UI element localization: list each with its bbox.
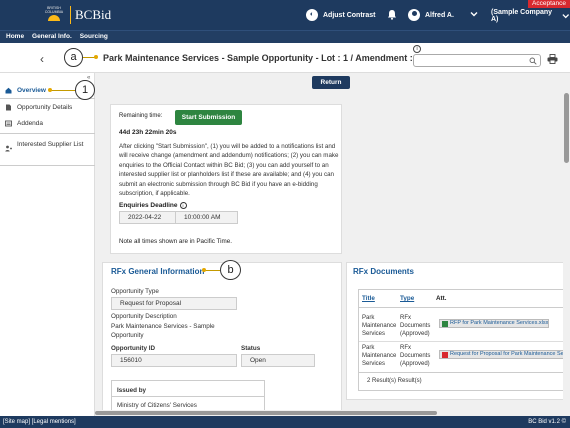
- callout-1-dot: [48, 88, 52, 92]
- timezone-note: Note all times shown are in Pacific Time…: [119, 238, 233, 245]
- issued-by-label: Issued by: [117, 387, 147, 394]
- callout-a: a: [64, 48, 83, 67]
- contrast-icon: ◐: [306, 9, 318, 21]
- nav-home[interactable]: Home: [6, 31, 24, 43]
- documents-title: RFx Documents: [353, 267, 414, 276]
- pdf-file-icon: [442, 352, 448, 358]
- sidebar-item-label: Interested Supplier List: [17, 141, 84, 148]
- bc-logo-icon: BRITISH COLUMBIA: [42, 6, 66, 24]
- attachment-name: Request for Proposal for Park Maintenanc…: [450, 351, 564, 357]
- enquiries-deadline-text: Enquiries Deadline: [119, 202, 178, 210]
- opportunity-id-field: 156010: [111, 354, 237, 367]
- print-icon[interactable]: [547, 54, 558, 64]
- general-info-title: RFx General Information: [111, 267, 205, 276]
- countdown-timer: 44d 23h 22min 20s: [119, 129, 177, 136]
- title-bar: ‹ Park Maintenance Services - Sample Opp…: [0, 43, 570, 73]
- page-title: Park Maintenance Services - Sample Oppor…: [103, 53, 421, 63]
- issued-by-value: Ministry of Citizens' Services: [117, 402, 197, 409]
- results-count: 2 Result(s) Result(s): [367, 378, 422, 384]
- search-input[interactable]: [413, 54, 541, 67]
- document-icon: [6, 104, 11, 111]
- opportunity-type-field: Request for Proposal: [111, 297, 237, 310]
- attachment-name: RFP for Park Maintenance Services.xlsx: [450, 320, 549, 326]
- adjust-contrast-button[interactable]: ◐ Adjust Contrast: [306, 9, 376, 21]
- sidebar-item-opportunity-details[interactable]: Opportunity Details: [5, 104, 72, 111]
- attachment-xlsx-link[interactable]: RFP for Park Maintenance Services.xlsx: [439, 319, 549, 328]
- submission-instructions: After clicking "Start Submission", (1) y…: [119, 143, 339, 198]
- bell-icon: [388, 10, 396, 20]
- column-att-header: Att.: [436, 295, 447, 302]
- chevron-down-icon: [470, 12, 478, 17]
- chevron-down-icon: [561, 14, 569, 19]
- footer-version: BC Bid v1.2 ©: [528, 419, 566, 425]
- opportunity-description-value: Park Maintenance Services - Sample Oppor…: [111, 323, 215, 339]
- column-title-header[interactable]: Title: [362, 295, 375, 302]
- enquiries-deadline-label: Enquiries Deadline i: [119, 202, 187, 209]
- status-label: Status: [241, 345, 261, 352]
- sidebar-item-label: Addenda: [17, 120, 44, 127]
- bc-bid-logo[interactable]: BRITISH COLUMBIA BCBid: [42, 6, 111, 24]
- sidebar-item-interested-supplier-list[interactable]: Interested Supplier List: [5, 141, 85, 152]
- back-arrow-icon[interactable]: ‹: [40, 52, 44, 66]
- sidebar: « Overview Opportunity Details Addenda I…: [0, 73, 95, 416]
- start-submission-button[interactable]: Start Submission: [175, 110, 242, 125]
- info-icon[interactable]: i: [179, 202, 187, 209]
- sidebar-item-addenda[interactable]: Addenda: [5, 120, 43, 127]
- callout-1: 1: [75, 80, 95, 100]
- submission-card: Remaining time: Start Submission 44d 23h…: [110, 104, 342, 254]
- logo-small-text: BRITISH COLUMBIA: [44, 6, 64, 14]
- status-field: Open: [241, 354, 315, 367]
- opportunity-description-label: Opportunity Description: [111, 313, 177, 320]
- main-nav: Home General Info. Sourcing: [0, 30, 570, 43]
- opportunity-type-label: Opportunity Type: [111, 288, 159, 295]
- table-row-2-title: Park Maintenance Services: [362, 345, 397, 367]
- top-bar: BRITISH COLUMBIA BCBid Acceptance ◐ Adju…: [0, 0, 570, 30]
- user-avatar-icon: [408, 9, 420, 21]
- documents-card: RFx Documents Title Type Att. Park Maint…: [346, 262, 570, 400]
- vertical-scrollbar[interactable]: [563, 73, 570, 416]
- attachment-pdf-link[interactable]: Request for Proposal for Park Maintenanc…: [439, 350, 570, 359]
- callout-b-line: [205, 270, 220, 271]
- logo-name: BCBid: [75, 7, 112, 22]
- nav-sourcing[interactable]: Sourcing: [80, 31, 108, 43]
- column-type-header[interactable]: Type: [400, 295, 414, 302]
- enquiries-time-field: 10:00:00 AM: [175, 211, 238, 224]
- adjust-contrast-label: Adjust Contrast: [323, 11, 376, 19]
- callout-a-dot: [94, 55, 98, 59]
- return-button[interactable]: Return: [312, 76, 350, 89]
- user-menu[interactable]: Alfred A.: [408, 9, 454, 21]
- footer-links[interactable]: [Site map] [Legal mentions]: [3, 416, 76, 428]
- company-name: (Sample Company A): [491, 9, 553, 23]
- table-row-2-type: RFx Documents (Approved): [400, 345, 431, 367]
- user-name: Alfred A.: [425, 11, 454, 19]
- environment-badge: Acceptance: [528, 0, 570, 8]
- documents-table: Title Type Att. Park Maintenance Service…: [358, 289, 570, 391]
- opportunity-id-label: Opportunity ID: [111, 345, 156, 352]
- sidebar-item-overview[interactable]: Overview: [5, 87, 46, 94]
- table-row-1-title: Park Maintenance Services: [362, 315, 397, 337]
- general-info-card: RFx General Information Opportunity Type…: [102, 262, 342, 420]
- sidebar-item-label: Opportunity Details: [17, 104, 73, 111]
- nav-general-info[interactable]: General Info.: [32, 31, 72, 43]
- list-icon: [5, 120, 12, 127]
- company-selector[interactable]: (Sample Company A): [491, 9, 570, 23]
- sidebar-item-label: Overview: [17, 87, 46, 94]
- home-icon: [5, 87, 12, 94]
- enquiries-date-field: 2022-04-22: [119, 211, 177, 224]
- table-row-1-type: RFx Documents (Approved): [400, 315, 431, 337]
- remaining-time-label: Remaining time:: [119, 113, 163, 119]
- callout-b: b: [220, 260, 241, 280]
- callout-1-line: [50, 90, 75, 91]
- callout-b-dot: [202, 268, 206, 272]
- user-menu-toggle[interactable]: [469, 9, 479, 19]
- excel-file-icon: [442, 321, 448, 327]
- notifications-button[interactable]: [387, 9, 397, 20]
- footer: [Site map] [Legal mentions] BC Bid v1.2 …: [0, 416, 570, 428]
- users-icon: [5, 145, 12, 152]
- search-icon[interactable]: [529, 57, 537, 65]
- info-icon[interactable]: i: [413, 45, 421, 53]
